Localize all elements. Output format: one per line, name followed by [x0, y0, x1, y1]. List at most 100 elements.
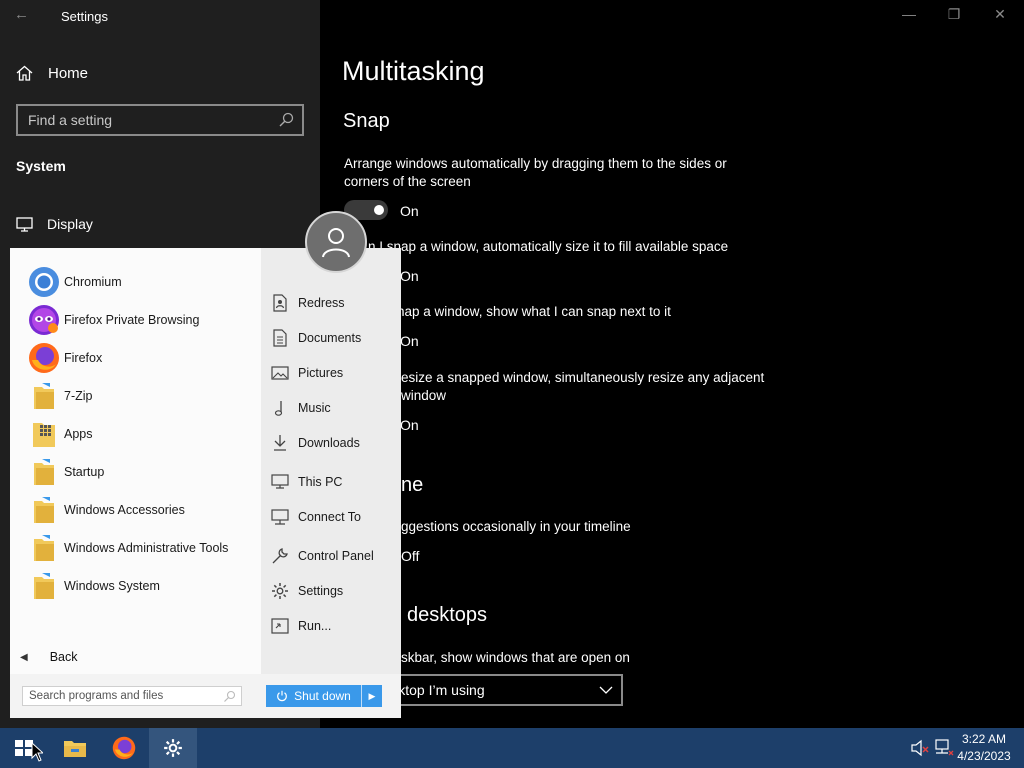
place-run[interactable]: Run...: [270, 615, 331, 637]
place-redress[interactable]: Redress: [270, 292, 345, 314]
program-windows-system[interactable]: Windows System: [28, 569, 160, 603]
place-label: Music: [298, 401, 331, 415]
program-label: Windows System: [64, 579, 160, 593]
folder-icon: [64, 741, 86, 757]
program-label: Apps: [64, 427, 93, 441]
snap-option-1-state: On: [400, 203, 419, 219]
program-firefox[interactable]: Firefox: [28, 341, 102, 375]
place-connect-to[interactable]: Connect To: [270, 506, 361, 528]
folder-icon: [28, 570, 60, 602]
program-label: Chromium: [64, 275, 122, 289]
place-settings[interactable]: Settings: [270, 580, 343, 602]
program-windows-accessories[interactable]: Windows Accessories: [28, 493, 185, 527]
place-this-pc[interactable]: This PC: [270, 471, 342, 493]
place-pictures[interactable]: Pictures: [270, 362, 343, 384]
network-icon[interactable]: [934, 739, 954, 757]
mouse-cursor-icon: [31, 742, 43, 762]
document-icon: [270, 328, 290, 348]
folder-icon: [28, 456, 60, 488]
program-chromium[interactable]: Chromium: [28, 265, 122, 299]
back-button[interactable]: ←: [14, 6, 36, 26]
place-label: Run...: [298, 619, 332, 633]
user-icon: [322, 228, 350, 258]
nav-section-system: System: [16, 158, 66, 174]
wrench-icon: [270, 546, 290, 566]
taskbar-firefox[interactable]: [100, 728, 148, 768]
music-icon: [270, 398, 290, 418]
place-label: Redress: [298, 296, 345, 310]
place-label: Settings: [298, 584, 344, 598]
shutdown-label: Shut down: [294, 689, 351, 703]
snap-option-4-label: esize a snapped window, simultaneously r…: [401, 370, 765, 403]
nav-display[interactable]: Display: [16, 216, 93, 232]
power-icon: [277, 690, 287, 702]
user-avatar[interactable]: [305, 211, 367, 273]
minimize-button[interactable]: —: [898, 6, 920, 26]
apps-folder-icon: [28, 418, 60, 450]
place-label: Pictures: [298, 366, 344, 380]
nav-display-label: Display: [47, 216, 93, 232]
place-documents[interactable]: Documents: [270, 327, 361, 349]
place-downloads[interactable]: Downloads: [270, 432, 360, 454]
clock-time: 3:22 AM: [961, 732, 1007, 746]
back-arrow-icon: ◀: [20, 651, 28, 663]
start-search-placeholder: Search programs and files: [29, 690, 164, 702]
taskbar-settings[interactable]: [149, 728, 197, 768]
place-control-panel[interactable]: Control Panel: [270, 545, 374, 567]
timeline-option-label: ggestions occasionally in your timeline: [401, 519, 631, 534]
taskbar-file-explorer[interactable]: [51, 728, 99, 768]
search-icon: [224, 690, 236, 702]
place-label: Downloads: [298, 436, 360, 450]
download-icon: [270, 433, 290, 453]
place-music[interactable]: Music: [270, 397, 331, 419]
volume-muted-icon[interactable]: [910, 739, 930, 757]
clock-date: 4/23/2023: [957, 749, 1011, 763]
chevron-down-icon: [599, 686, 613, 694]
settings-search-input[interactable]: Find a setting: [16, 104, 304, 136]
snap-option-2-state: On: [400, 268, 419, 284]
timeline-heading: ne: [401, 474, 424, 496]
monitor-icon: [16, 216, 33, 232]
timeline-option-state: Off: [401, 548, 420, 564]
program-apps[interactable]: Apps: [28, 417, 93, 451]
program-windows-admin-tools[interactable]: Windows Administrative Tools: [28, 531, 228, 565]
start-search-input[interactable]: Search programs and files: [22, 686, 242, 706]
shutdown-button-group: Shut down ▶: [266, 685, 382, 707]
program-firefox-private[interactable]: Firefox Private Browsing: [28, 303, 199, 337]
program-label: Windows Accessories: [64, 503, 185, 517]
home-icon: [16, 65, 33, 81]
shutdown-options-button[interactable]: ▶: [362, 685, 382, 707]
restore-button[interactable]: ❐: [943, 6, 965, 26]
snap-option-4-state: On: [400, 417, 419, 433]
chromium-icon: [28, 266, 60, 298]
place-label: This PC: [298, 475, 343, 489]
chevron-right-icon: ▶: [368, 690, 376, 701]
close-button[interactable]: ✕: [989, 6, 1011, 26]
taskbar-clock[interactable]: 3:22 AM 4/23/2023: [954, 731, 1014, 765]
run-icon: [270, 616, 290, 636]
connect-icon: [270, 507, 290, 527]
place-label: Documents: [298, 331, 362, 345]
snap-option-3-label: nap a window, show what I can snap next …: [397, 304, 671, 319]
computer-icon: [270, 472, 290, 492]
snap-option-2-label: n I snap a window, automatically size it…: [368, 239, 729, 254]
page-title: Multitasking: [342, 56, 485, 86]
place-label: Control Panel: [298, 549, 374, 563]
window-title: Settings: [61, 9, 108, 24]
firefox-icon: [28, 342, 60, 374]
program-label: Firefox Private Browsing: [64, 313, 200, 327]
folder-icon: [28, 532, 60, 564]
program-startup[interactable]: Startup: [28, 455, 104, 489]
gear-icon: [270, 581, 290, 601]
desktops-option-label: skbar, show windows that are open on: [401, 650, 630, 665]
start-back-button[interactable]: ◀ Back: [20, 650, 78, 664]
desktops-heading: desktops: [407, 604, 488, 626]
nav-home[interactable]: Home: [16, 62, 88, 84]
taskbar: 3:22 AM 4/23/2023: [0, 728, 1024, 768]
start-menu: Chromium Firefox Private Browsing Firefo…: [10, 248, 401, 718]
shutdown-button[interactable]: Shut down: [266, 685, 362, 707]
program-label: Windows Administrative Tools: [64, 541, 229, 555]
start-back-label: Back: [49, 650, 78, 664]
snap-option-1-label: Arrange windows automatically by draggin…: [344, 156, 727, 189]
program-7zip[interactable]: 7-Zip: [28, 379, 92, 413]
